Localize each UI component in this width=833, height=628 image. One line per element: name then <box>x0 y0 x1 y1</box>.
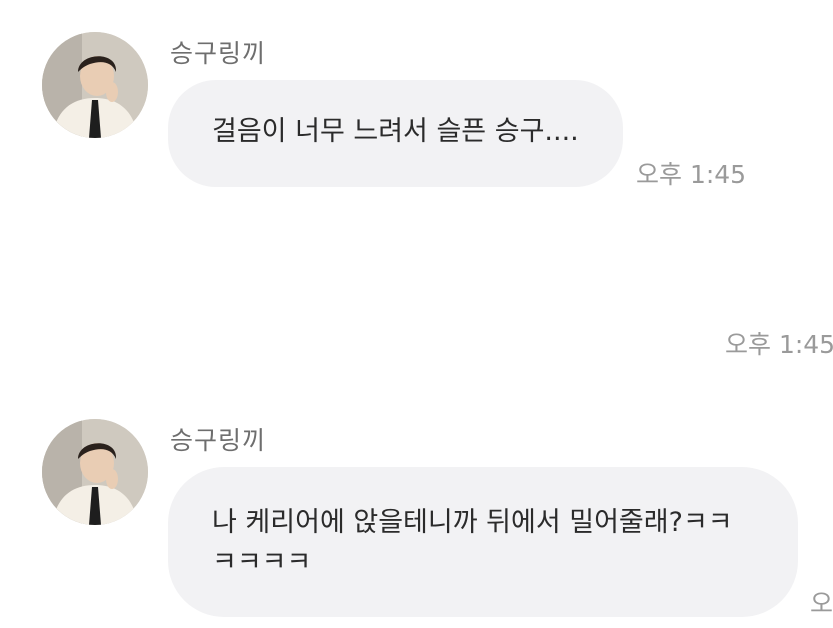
sender-name: 승구링끼 <box>170 39 267 68</box>
sender-name: 승구링끼 <box>170 426 267 455</box>
avatar[interactable] <box>42 419 148 525</box>
profile-photo-icon <box>42 32 148 138</box>
chat-view: 승구링끼 걸음이 너무 느려서 슬픈 승구.... 오후 1:45 오후 1:4… <box>0 0 833 628</box>
avatar[interactable] <box>42 32 148 138</box>
message-time: 오후 1:45 <box>636 160 747 189</box>
message-bubble[interactable]: 걸음이 너무 느려서 슬픈 승구.... <box>168 80 623 187</box>
message-text: 나 케리어에 앉을테니까 뒤에서 밀어줄래?ㅋㅋㅋㅋㅋㅋ <box>212 507 733 578</box>
message-text: 걸음이 너무 느려서 슬픈 승구.... <box>212 116 579 147</box>
profile-photo-icon <box>42 419 148 525</box>
message-time: 오후 1:45 <box>725 330 833 359</box>
message-bubble[interactable]: 나 케리어에 앉을테니까 뒤에서 밀어줄래?ㅋㅋㅋㅋㅋㅋ <box>168 467 798 617</box>
message-time: 오후 1:45 <box>810 589 833 618</box>
